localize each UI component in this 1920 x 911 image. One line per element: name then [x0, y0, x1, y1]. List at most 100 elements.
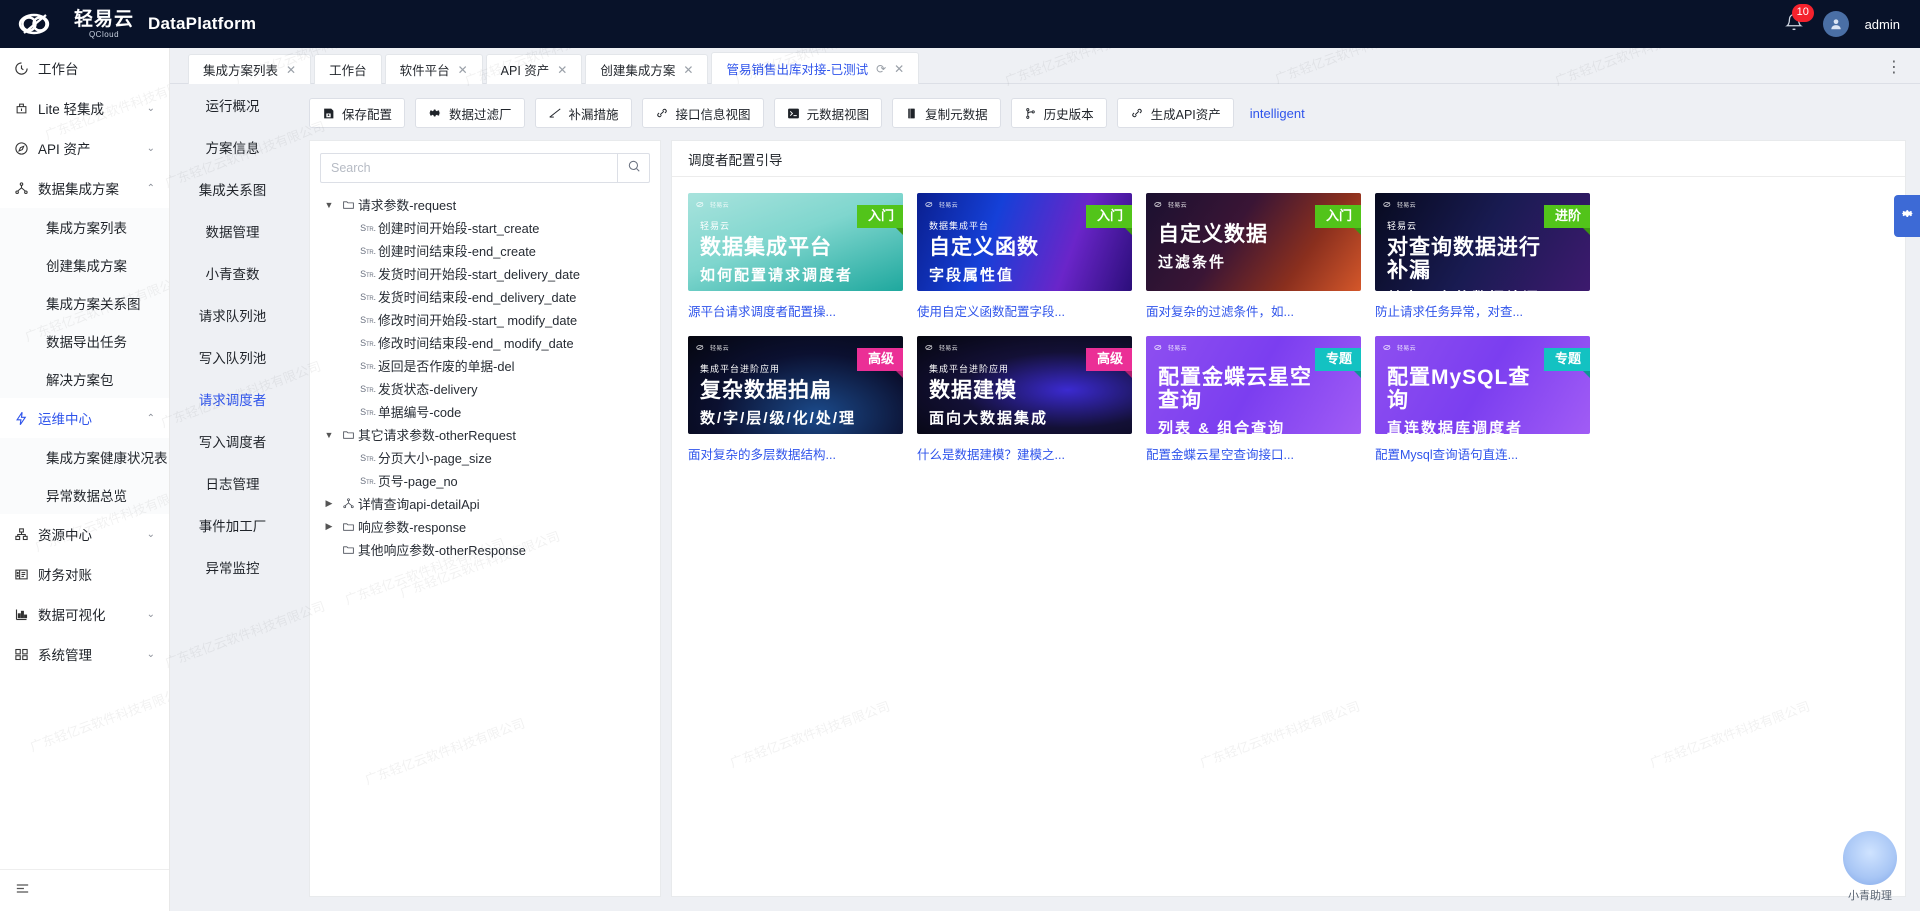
caret-right-icon[interactable] — [320, 521, 338, 532]
guide-card[interactable]: 轻易云高级集成平台进阶应用数据建模面向大数据集成什么是数据建模？建模之... — [917, 336, 1132, 463]
tree-node[interactable]: Str.修改时间结束段-end_ modify_date — [320, 331, 650, 354]
tree-node[interactable]: Str.分页大小-page_size — [320, 446, 650, 469]
settings-dock-button[interactable] — [1894, 195, 1920, 237]
sidebar-item-finance[interactable]: 财务对账 — [0, 554, 169, 594]
guide-card[interactable]: 轻易云进阶轻易云对查询数据进行补漏其它平台的数据补漏防止请求任务异常，对查... — [1375, 193, 1590, 320]
close-icon[interactable]: ✕ — [458, 63, 468, 77]
tree-node[interactable]: Str.发货时间结束段-end_delivery_date — [320, 285, 650, 308]
sidebar-item-visualization[interactable]: 数据可视化 ⌄ — [0, 594, 169, 634]
sidebar-item-data-integration[interactable]: 数据集成方案 ⌃ — [0, 168, 169, 208]
search-button[interactable] — [617, 154, 649, 182]
refresh-icon[interactable]: ⟳ — [876, 62, 886, 76]
tab-software-platform[interactable]: 软件平台 ✕ — [385, 54, 483, 84]
tree-node[interactable]: 其它请求参数-otherRequest — [320, 423, 650, 446]
tree-node[interactable]: 其他响应参数-otherResponse — [320, 538, 650, 561]
sidebar-item-ops-center[interactable]: 运维中心 ⌃ — [0, 398, 169, 438]
notification-button[interactable]: 10 — [1781, 11, 1807, 37]
user-name[interactable]: admin — [1865, 17, 1900, 32]
sidebar-item-export-task[interactable]: 数据导出任务 — [0, 322, 169, 360]
sidebar-item-workbench[interactable]: 工作台 — [0, 48, 169, 88]
tab-api-assets[interactable]: API 资产 ✕ — [486, 54, 583, 84]
sidebar-item-system-mgmt[interactable]: 系统管理 ⌄ — [0, 634, 169, 674]
close-icon[interactable]: ✕ — [894, 62, 904, 76]
more-vertical-icon[interactable]: ⋮ — [1886, 57, 1920, 83]
guide-card-caption[interactable]: 使用自定义函数配置字段... — [917, 301, 1132, 320]
sidebar-item-create-solution[interactable]: 创建集成方案 — [0, 246, 169, 284]
guide-card[interactable]: 轻易云入门数据集成平台自定义函数字段属性值使用自定义函数配置字段... — [917, 193, 1132, 320]
guide-card-caption[interactable]: 配置Mysql查询语句直连... — [1375, 444, 1590, 463]
sidebar-collapse-button[interactable] — [0, 869, 170, 911]
guide-card-caption[interactable]: 面对复杂的多层数据结构... — [688, 444, 903, 463]
tab-workbench[interactable]: 工作台 — [314, 54, 382, 84]
tree-node[interactable]: Str.修改时间开始段-start_ modify_date — [320, 308, 650, 331]
guide-card-thumbnail[interactable]: 轻易云专题配置MySQL查询直连数据库调度者 — [1375, 336, 1590, 434]
tab-solution-list[interactable]: 集成方案列表 ✕ — [188, 54, 311, 84]
close-icon[interactable]: ✕ — [683, 63, 693, 77]
tree-node[interactable]: Str.发货时间开始段-start_delivery_date — [320, 262, 650, 285]
sidebar-item-solution-package[interactable]: 解决方案包 — [0, 360, 169, 398]
interface-info-view-button[interactable]: 接口信息视图 — [642, 98, 764, 128]
guide-card-thumbnail[interactable]: 轻易云专题配置金蝶云星空查询列表 & 组合查询 — [1146, 336, 1361, 434]
tree-node[interactable]: 响应参数-response — [320, 515, 650, 538]
caret-down-icon[interactable] — [320, 430, 338, 440]
caret-right-icon[interactable] — [320, 498, 338, 509]
subnav-item-data-management[interactable]: 数据管理 — [170, 210, 295, 252]
save-config-button[interactable]: 保存配置 — [309, 98, 405, 128]
avatar[interactable] — [1823, 11, 1849, 37]
guide-card[interactable]: 轻易云专题配置金蝶云星空查询列表 & 组合查询配置金蝶云星空查询接口... — [1146, 336, 1361, 463]
subnav-item-event-factory[interactable]: 事件加工厂 — [170, 504, 295, 546]
guide-card-thumbnail[interactable]: 轻易云高级集成平台进阶应用复杂数据拍扁数/字/层/级/化/处/理 — [688, 336, 903, 434]
guide-card-caption[interactable]: 什么是数据建模？建模之... — [917, 444, 1132, 463]
subnav-item-abnormal-monitor[interactable]: 异常监控 — [170, 546, 295, 588]
patch-measure-button[interactable]: 补漏措施 — [535, 98, 632, 128]
tree-node[interactable]: Str.创建时间开始段-start_create — [320, 216, 650, 239]
search-input[interactable] — [321, 154, 617, 182]
sidebar-item-solution-graph[interactable]: 集成方案关系图 — [0, 284, 169, 322]
subnav-item-write-queue-pool[interactable]: 写入队列池 — [170, 336, 295, 378]
tree-node[interactable]: Str.页号-page_no — [320, 469, 650, 492]
generate-api-asset-button[interactable]: 生成API资产 — [1117, 98, 1234, 128]
tab-guanyi-sales-outbound[interactable]: 管易销售出库对接-已测试 ⟳ ✕ — [711, 52, 919, 84]
subnav-item-solution-info[interactable]: 方案信息 — [170, 126, 295, 168]
subnav-item-request-queue-pool[interactable]: 请求队列池 — [170, 294, 295, 336]
tree-search-box[interactable] — [320, 153, 650, 183]
guide-card[interactable]: 轻易云专题配置MySQL查询直连数据库调度者配置Mysql查询语句直连... — [1375, 336, 1590, 463]
close-icon[interactable]: ✕ — [557, 63, 567, 77]
sidebar-item-lite[interactable]: Lite 轻集成 ⌄ — [0, 88, 169, 128]
tree-node[interactable]: Str.返回是否作废的单据-del — [320, 354, 650, 377]
tree-node[interactable]: Str.发货状态-delivery — [320, 377, 650, 400]
guide-card-thumbnail[interactable]: 轻易云入门数据集成平台自定义函数字段属性值 — [917, 193, 1132, 291]
tab-create-solution[interactable]: 创建集成方案 ✕ — [585, 54, 708, 84]
subnav-item-log-management[interactable]: 日志管理 — [170, 462, 295, 504]
caret-down-icon[interactable] — [320, 200, 338, 210]
guide-card[interactable]: 轻易云高级集成平台进阶应用复杂数据拍扁数/字/层/级/化/处/理面对复杂的多层数… — [688, 336, 903, 463]
sidebar-item-resource-center[interactable]: 资源中心 ⌄ — [0, 514, 169, 554]
guide-card-caption[interactable]: 防止请求任务异常，对查... — [1375, 301, 1590, 320]
close-icon[interactable]: ✕ — [286, 63, 296, 77]
tree-node[interactable]: 详情查询api-detailApi — [320, 492, 650, 515]
assistant-widget[interactable]: 小青助理 — [1834, 831, 1906, 903]
subnav-item-relation-graph[interactable]: 集成关系图 — [170, 168, 295, 210]
guide-card-thumbnail[interactable]: 轻易云入门轻易云数据集成平台如何配置请求调度者 — [688, 193, 903, 291]
guide-card-thumbnail[interactable]: 轻易云进阶轻易云对查询数据进行补漏其它平台的数据补漏 — [1375, 193, 1590, 291]
brand-logo-group[interactable]: 轻易云 QCloud — [0, 7, 134, 41]
guide-card[interactable]: 轻易云入门自定义数据过滤条件面对复杂的过滤条件，如... — [1146, 193, 1361, 320]
sidebar-item-health-table[interactable]: 集成方案健康状况表 — [0, 438, 169, 476]
guide-card-thumbnail[interactable]: 轻易云高级集成平台进阶应用数据建模面向大数据集成 — [917, 336, 1132, 434]
data-filter-factory-button[interactable]: 数据过滤厂 — [415, 98, 525, 128]
guide-card-caption[interactable]: 面对复杂的过滤条件，如... — [1146, 301, 1361, 320]
history-version-button[interactable]: 历史版本 — [1011, 98, 1107, 128]
subnav-item-xiaoqing-query[interactable]: 小青查数 — [170, 252, 295, 294]
subnav-item-overview[interactable]: 运行概况 — [170, 84, 295, 126]
tree-node[interactable]: 请求参数-request — [320, 193, 650, 216]
tree-node[interactable]: Str.创建时间结束段-end_create — [320, 239, 650, 262]
guide-card-caption[interactable]: 配置金蝶云星空查询接口... — [1146, 444, 1361, 463]
guide-card-caption[interactable]: 源平台请求调度者配置操... — [688, 301, 903, 320]
guide-card-thumbnail[interactable]: 轻易云入门自定义数据过滤条件 — [1146, 193, 1361, 291]
sidebar-item-solution-list[interactable]: 集成方案列表 — [0, 208, 169, 246]
sidebar-item-abnormal-overview[interactable]: 异常数据总览 — [0, 476, 169, 514]
intelligent-link[interactable]: intelligent — [1250, 106, 1305, 121]
subnav-item-write-scheduler[interactable]: 写入调度者 — [170, 420, 295, 462]
metadata-view-button[interactable]: 元数据视图 — [774, 98, 883, 128]
copy-metadata-button[interactable]: 复制元数据 — [892, 98, 1001, 128]
